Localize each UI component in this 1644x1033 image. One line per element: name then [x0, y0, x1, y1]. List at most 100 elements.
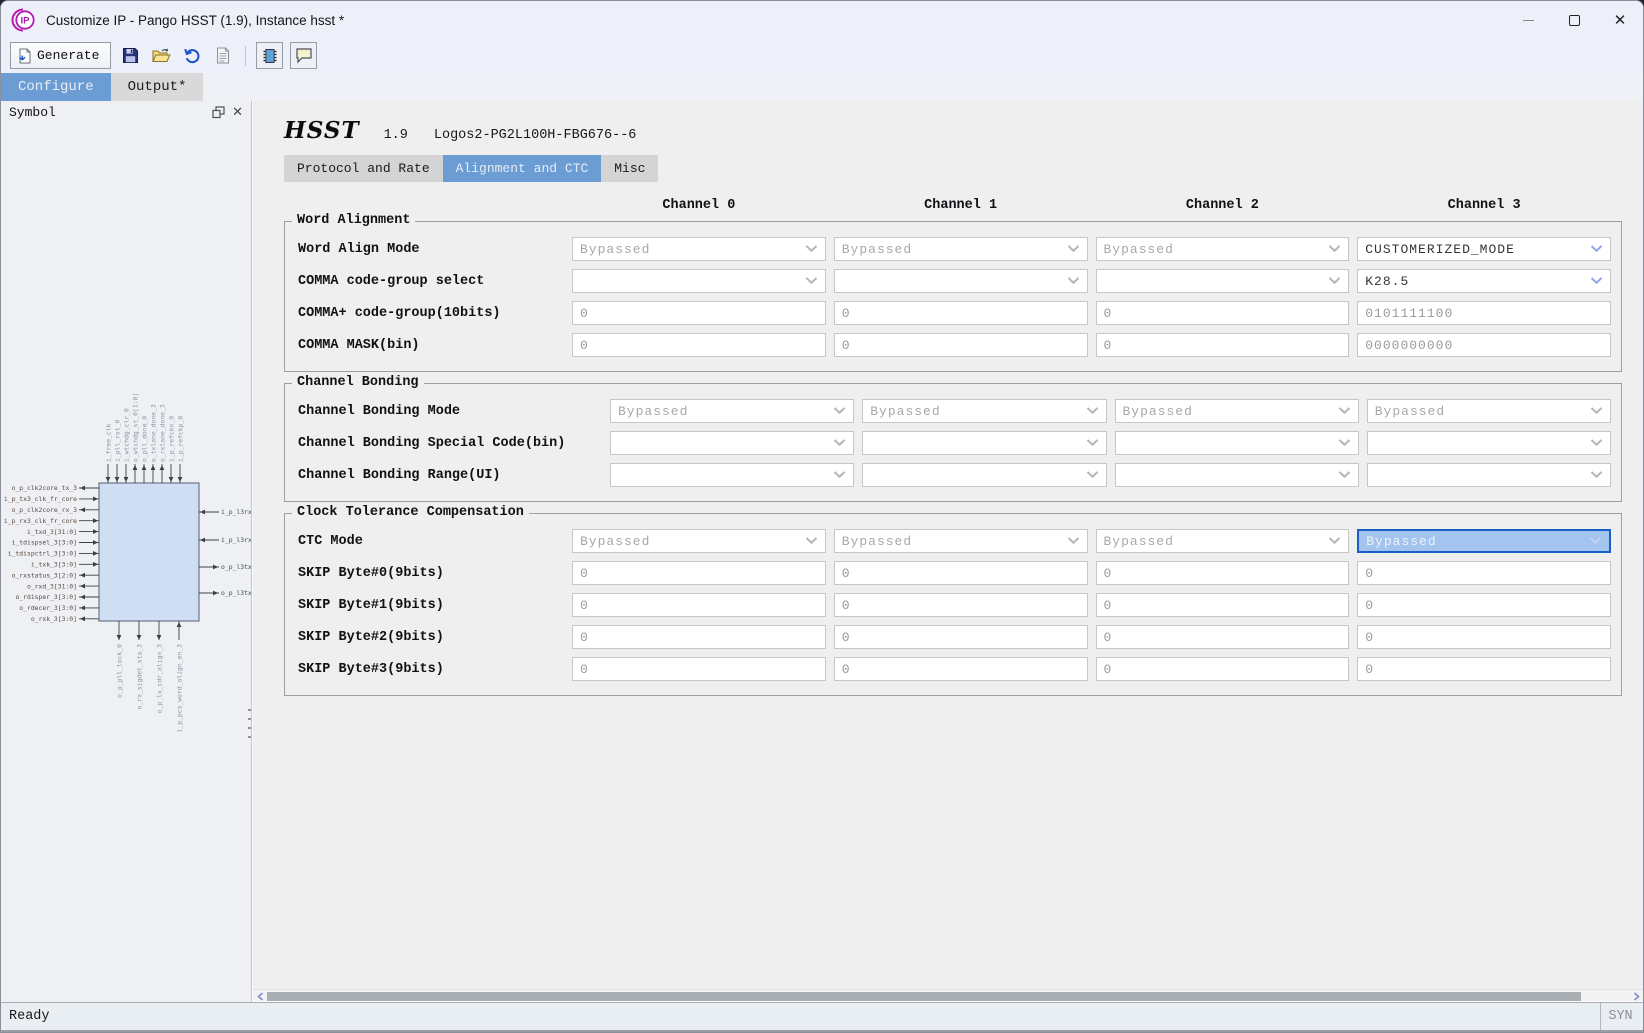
chevron-down-icon: [833, 407, 846, 415]
skip-byte-0-9bits-ch3-input: [1357, 561, 1611, 585]
chevron-down-icon: [1328, 277, 1341, 285]
ip-header: HSST 1.9 Logos2-PG2L100H-FBG676--6: [284, 117, 1620, 144]
comma-code-group-select-ch3-select[interactable]: K28.5: [1357, 269, 1611, 293]
skip-byte-1-9bits-ch2-input: [1096, 593, 1350, 617]
ip-product-name: HSST: [284, 117, 360, 144]
skip-byte-2-9bits-ch2-input: [1096, 625, 1350, 649]
comma-mask-bin-ch3-input[interactable]: [1357, 333, 1611, 357]
chevron-down-icon: [1338, 471, 1351, 479]
maximize-icon: [1569, 15, 1580, 26]
channel-3-header: Channel 3: [1357, 198, 1611, 213]
scrollbar-thumb[interactable]: [267, 992, 1581, 1001]
subtab-bar: Protocol and Rate Alignment and CTC Misc: [284, 155, 1620, 182]
subtab-label: Alignment and CTC: [456, 161, 589, 176]
pin-label: o_p_clk2core_tx_3: [12, 484, 78, 492]
pin-label: i_p_refckp_0: [176, 416, 184, 462]
word-align-mode-ch0-select: Bypassed: [572, 237, 826, 261]
maximize-button[interactable]: [1551, 1, 1597, 39]
tab-label: Output*: [128, 79, 187, 95]
pin-arrow: [178, 477, 183, 482]
channel-bonding-special-code-bin-ch2-select: [1115, 431, 1359, 455]
skip-byte-3-9bits-ch0-input: [572, 657, 826, 681]
chevron-down-icon: [1338, 439, 1351, 447]
pin-label: i_txd_3[31:0]: [27, 528, 77, 536]
channel-header-row: Channel 0 Channel 1 Channel 2 Channel 3: [295, 198, 1611, 213]
pin-label: o_rxlane_done_3: [158, 404, 166, 462]
scroll-right-icon[interactable]: [1629, 990, 1643, 1003]
channel-1-header: Channel 1: [834, 198, 1088, 213]
channel-bonding-mode-ch0-select: Bypassed: [610, 399, 854, 423]
comma-code-group-10bits-ch3-input[interactable]: [1357, 301, 1611, 325]
subtab-misc[interactable]: Misc: [601, 155, 658, 182]
chevron-down-icon: [1328, 537, 1341, 545]
channel-bonding-special-code-bin-ch1-select: [862, 431, 1106, 455]
select-value: Bypassed: [1123, 404, 1338, 419]
pin-label: i_p_l3rxn: [221, 508, 251, 516]
pin-label: o_p_l3txp: [221, 589, 251, 597]
close-panel-icon[interactable]: ✕: [232, 106, 243, 119]
comment-button[interactable]: [290, 42, 317, 69]
pin-label: i_p_pcs_word_align_en_3: [175, 644, 183, 733]
scrollbar-track[interactable]: [267, 992, 1629, 1001]
subtab-alignment-and-ctc[interactable]: Alignment and CTC: [443, 155, 602, 182]
chevron-down-icon: [1086, 471, 1099, 479]
skip-byte-3-9bits-ch3-input: [1357, 657, 1611, 681]
comment-icon: [295, 47, 313, 64]
skip-byte-1-9bits-ch3-input: [1357, 593, 1611, 617]
select-value: CUSTOMERIZED_MODE: [1365, 242, 1590, 257]
pin-label: o_p_clk2core_rx_3: [12, 506, 78, 514]
open-button[interactable]: [149, 44, 173, 68]
pin-label: i_p_l3rxp: [221, 536, 251, 544]
pin-arrow: [160, 465, 165, 470]
channel-bonding-range-ui-ch1-select: [862, 463, 1106, 487]
pin-arrow: [213, 565, 218, 570]
minimize-button[interactable]: [1505, 1, 1551, 39]
scroll-left-icon[interactable]: [253, 990, 267, 1003]
group-word-alignment: Word AlignmentWord Align ModeBypassedByp…: [284, 221, 1622, 372]
svg-text:IP: IP: [21, 16, 31, 27]
select-value: Bypassed: [1104, 534, 1329, 549]
pin-arrow: [93, 551, 98, 556]
chevron-down-icon: [1590, 471, 1603, 479]
comma-code-group-10bits-ch2-input: [1096, 301, 1350, 325]
tab-label: Configure: [18, 79, 94, 95]
float-icon[interactable]: [212, 106, 225, 119]
chevron-down-icon: [1590, 407, 1603, 415]
word-align-mode-ch3-select[interactable]: CUSTOMERIZED_MODE: [1357, 237, 1611, 261]
tab-output[interactable]: Output*: [111, 73, 204, 101]
subtab-protocol-and-rate[interactable]: Protocol and Rate: [284, 155, 443, 182]
undo-button[interactable]: [180, 44, 204, 68]
skip-byte-0-9bits-ch1-input: [834, 561, 1088, 585]
comma-code-group-10bits-ch0-input: [572, 301, 826, 325]
report-icon: [216, 47, 230, 64]
chevron-down-icon: [1590, 277, 1603, 285]
tab-configure[interactable]: Configure: [1, 73, 111, 101]
skip-byte-2-9bits-label: SKIP Byte#2(9bits): [295, 630, 564, 645]
ctc-mode-ch2-select: Bypassed: [1096, 529, 1350, 553]
pin-arrow: [117, 635, 122, 640]
pin-arrow: [80, 616, 85, 621]
splitter-handle[interactable]: [248, 709, 251, 745]
comma-mask-bin-ch1-input: [834, 333, 1088, 357]
channel-bonding-mode-ch3-select: Bypassed: [1367, 399, 1611, 423]
subtab-label: Misc: [614, 161, 645, 176]
pin-arrow: [80, 507, 85, 512]
save-button[interactable]: [118, 44, 142, 68]
chevron-down-icon: [1328, 245, 1341, 253]
chevron-down-icon: [805, 277, 818, 285]
channel-bonding-special-code-bin-ch3-select: [1367, 431, 1611, 455]
skip-byte-3-9bits-label: SKIP Byte#3(9bits): [295, 662, 564, 677]
form-row: COMMA+ code-group(10bits): [295, 301, 1611, 325]
ctc-mode-label: CTC Mode: [295, 534, 564, 549]
close-button[interactable]: ✕: [1597, 1, 1643, 39]
report-button[interactable]: [211, 44, 235, 68]
skip-byte-0-9bits-label: SKIP Byte#0(9bits): [295, 566, 564, 581]
symbol-view-button[interactable]: [256, 42, 283, 69]
horizontal-scrollbar[interactable]: [253, 989, 1643, 1002]
pin-arrow: [93, 540, 98, 545]
generate-button[interactable]: Generate: [10, 42, 111, 69]
symbol-panel-header: Symbol ✕: [1, 101, 251, 124]
ip-block[interactable]: [99, 483, 199, 621]
pin-label: i_p_refckn_0: [167, 416, 175, 462]
ctc-mode-ch3-select[interactable]: Bypassed: [1357, 529, 1611, 553]
